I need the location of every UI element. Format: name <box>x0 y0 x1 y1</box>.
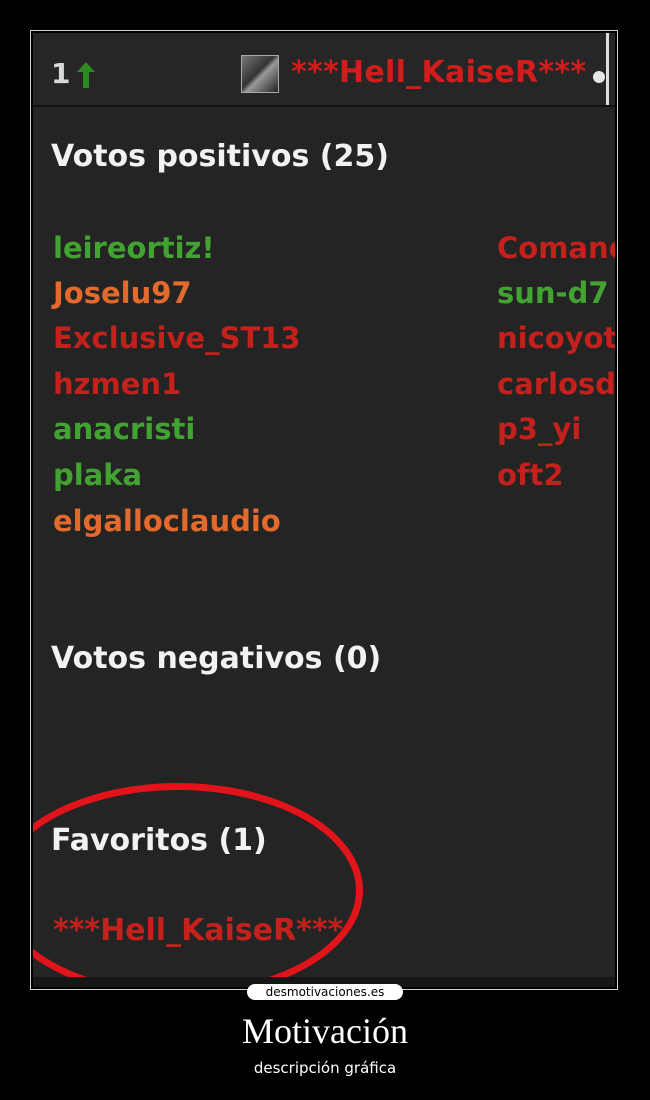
status-dot-icon <box>593 71 605 83</box>
caption-subtitle: descripción gráfica <box>253 1059 397 1077</box>
voter-link[interactable]: anacristi <box>53 412 195 446</box>
voter-link[interactable]: hzmen1 <box>53 367 181 401</box>
header-username-link[interactable]: ***Hell_KaiseR*** <box>291 55 586 90</box>
voter-link[interactable]: nicoyot <box>497 321 615 355</box>
voter-link[interactable]: p3_yi <box>497 412 581 446</box>
scrollbar-edge <box>606 33 609 105</box>
site-watermark: desmotivaciones.es <box>247 984 403 1000</box>
voter-link[interactable]: plaka <box>53 458 142 492</box>
arrow-up-icon[interactable] <box>77 62 95 88</box>
screenshot-frame: 1 ***Hell_KaiseR*** Votos positivos (25)… <box>30 30 618 990</box>
voter-link[interactable]: Exclusive_ST13 <box>53 321 301 355</box>
voter-link[interactable]: Comand <box>497 231 615 265</box>
highlight-circle <box>33 783 363 987</box>
voter-link[interactable]: leireortiz! <box>53 231 215 265</box>
votes-panel: 1 ***Hell_KaiseR*** Votos positivos (25)… <box>33 33 615 987</box>
avatar[interactable] <box>241 55 279 93</box>
positive-votes-heading: Votos positivos (25) <box>51 139 389 174</box>
voter-link[interactable]: sun-d7 <box>497 276 609 310</box>
caption-title: Motivación <box>242 1011 408 1051</box>
negative-votes-heading: Votos negativos (0) <box>51 641 382 676</box>
voter-link[interactable]: Joselu97 <box>53 276 192 310</box>
vote-header-bar: 1 ***Hell_KaiseR*** <box>33 33 615 107</box>
voter-link[interactable]: elgalloclaudio <box>53 504 281 538</box>
voter-link[interactable]: carlosde <box>497 367 615 401</box>
vote-count: 1 <box>51 57 71 90</box>
voter-link[interactable]: oft2 <box>497 458 564 492</box>
